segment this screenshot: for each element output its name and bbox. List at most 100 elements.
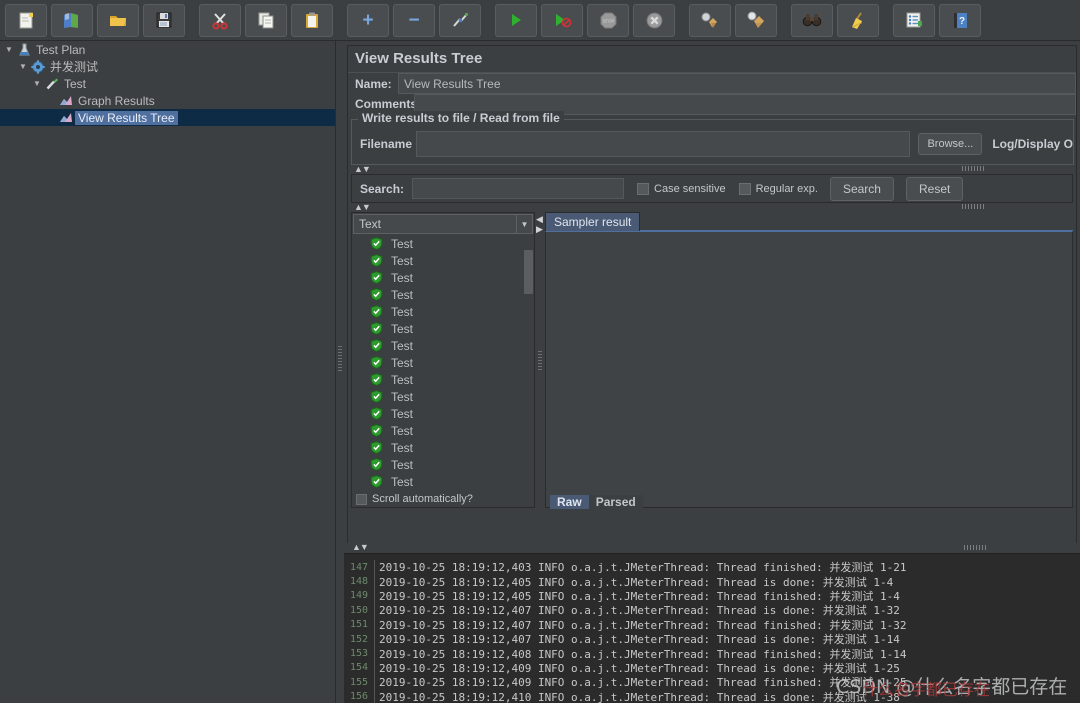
- subtab-parsed[interactable]: Parsed: [588, 495, 643, 509]
- list-item-label: Test: [391, 372, 414, 387]
- checkbox-icon[interactable]: [738, 182, 751, 195]
- paste-button[interactable]: [291, 3, 333, 37]
- start-no-pauses-button[interactable]: [541, 3, 583, 37]
- copy-button[interactable]: [245, 3, 287, 37]
- scissors-icon: [211, 12, 228, 30]
- list-item[interactable]: Test: [352, 320, 534, 337]
- chevron-down-icon[interactable]: ▼: [516, 215, 532, 233]
- list-item[interactable]: Test: [352, 337, 534, 354]
- log-gutter-divider: [374, 646, 375, 661]
- list-item[interactable]: Test: [352, 354, 534, 371]
- tab-sampler-result[interactable]: Sampler result: [545, 212, 641, 231]
- subtab-raw[interactable]: Raw: [550, 495, 589, 509]
- checkbox-icon[interactable]: [356, 493, 367, 505]
- help-button[interactable]: ?: [939, 3, 981, 37]
- log-line: 149 2019-10-25 18:19:12,405 INFO o.a.j.t.…: [344, 588, 1080, 604]
- list-item[interactable]: Test: [352, 252, 534, 269]
- filename-input[interactable]: [416, 131, 911, 157]
- name-input[interactable]: View Results Tree: [398, 73, 1076, 94]
- tree-main-splitter[interactable]: [336, 41, 344, 703]
- save-button[interactable]: [143, 3, 185, 37]
- list-item-label: Test: [391, 355, 414, 370]
- regular-exp-checkbox[interactable]: Regular exp.: [738, 182, 818, 195]
- collapse-arrows-icon[interactable]: ▲▼: [352, 542, 369, 552]
- search-section-divider[interactable]: ▲▼: [350, 202, 1074, 212]
- raw-parsed-subtabs: Raw Parsed: [550, 495, 643, 509]
- log-line: 154 2019-10-25 18:19:12,409 INFO o.a.j.t.…: [344, 660, 1080, 676]
- list-item[interactable]: Test: [352, 439, 534, 456]
- file-section-divider[interactable]: ▲▼: [350, 164, 1074, 174]
- tree-node-graph-results[interactable]: Graph Results: [0, 92, 335, 109]
- browse-button[interactable]: Browse...: [918, 133, 983, 155]
- listener-icon: [57, 95, 75, 107]
- search-reset-button[interactable]: Reset: [905, 176, 964, 201]
- list-item-label: Test: [391, 236, 414, 251]
- expand-all-button[interactable]: +: [347, 3, 389, 37]
- expand-toggle-icon[interactable]: ▼: [3, 45, 15, 54]
- list-item[interactable]: Test: [352, 473, 534, 490]
- collapse-arrows-icon[interactable]: ▲▼: [354, 164, 371, 174]
- tree-node-test-plan[interactable]: ▼ Test Plan: [0, 41, 335, 58]
- function-helper-button[interactable]: [893, 3, 935, 37]
- sampler-result-pane: Sampler result Raw Parsed: [545, 212, 1073, 509]
- log-line: 152 2019-10-25 18:19:12,407 INFO o.a.j.t.…: [344, 631, 1080, 647]
- results-inner-splitter[interactable]: ◀ ▶: [535, 212, 545, 508]
- tree-node-view-results-tree[interactable]: View Results Tree: [0, 109, 335, 126]
- list-item[interactable]: Test: [352, 456, 534, 473]
- regular-exp-label: Regular exp.: [755, 182, 818, 195]
- test-plan-tree[interactable]: ▼ Test Plan ▼ 并发测试 ▼ Test Graph Results …: [0, 41, 336, 703]
- shutdown-button[interactable]: [633, 3, 675, 37]
- tree-node-sampler-test[interactable]: ▼ Test: [0, 75, 335, 92]
- tree-node-thread-group[interactable]: ▼ 并发测试: [0, 58, 335, 75]
- clear-all-button[interactable]: [735, 3, 777, 37]
- sample-result-list[interactable]: Test Test Test Test Test Test Test Test Test Test…: [352, 235, 534, 491]
- cut-button[interactable]: [199, 3, 241, 37]
- list-item[interactable]: Test: [352, 286, 534, 303]
- list-item[interactable]: Test: [352, 422, 534, 439]
- shutdown-icon: [646, 12, 662, 28]
- list-item[interactable]: Test: [352, 388, 534, 405]
- expand-toggle-icon[interactable]: ▼: [17, 62, 29, 71]
- list-item[interactable]: Test: [352, 371, 534, 388]
- search-button[interactable]: [791, 3, 833, 37]
- list-item[interactable]: Test: [352, 303, 534, 320]
- reset-search-button[interactable]: [837, 3, 879, 37]
- list-scrollbar-thumb[interactable]: [524, 250, 533, 294]
- copy-icon: [258, 12, 273, 28]
- log-line-number: 152: [349, 633, 368, 645]
- svg-text:STOP: STOP: [602, 18, 614, 23]
- templates-button[interactable]: [51, 3, 93, 37]
- new-file-icon: [19, 12, 33, 28]
- list-item-label: Test: [391, 406, 414, 421]
- case-sensitive-checkbox[interactable]: Case sensitive: [637, 182, 726, 195]
- checkbox-icon[interactable]: [637, 182, 650, 195]
- list-item[interactable]: Test: [352, 405, 534, 422]
- log-line-number: 150: [349, 604, 368, 616]
- collapse-arrows-icon[interactable]: ▲▼: [354, 202, 371, 212]
- list-item[interactable]: Test: [352, 269, 534, 286]
- list-item[interactable]: Test: [352, 490, 534, 491]
- clear-button[interactable]: [689, 3, 731, 37]
- collapse-right-icon[interactable]: ▶: [536, 224, 543, 235]
- start-button[interactable]: [495, 3, 537, 37]
- log-line-number: 155: [349, 676, 368, 688]
- toggle-button[interactable]: [439, 3, 481, 37]
- list-item[interactable]: Test: [352, 235, 534, 252]
- search-input[interactable]: [412, 178, 625, 199]
- open-button[interactable]: [97, 3, 139, 37]
- page-title: View Results Tree: [348, 46, 1076, 72]
- scroll-automatically-checkbox[interactable]: Scroll automatically?: [352, 491, 534, 507]
- collapse-all-button[interactable]: −: [393, 3, 435, 37]
- new-button[interactable]: [5, 3, 47, 37]
- expand-toggle-icon[interactable]: ▼: [31, 79, 43, 88]
- play-icon: [512, 14, 521, 26]
- success-shield-icon: [370, 254, 386, 267]
- list-item-label: Test: [391, 338, 414, 353]
- log-splitter[interactable]: ▲▼: [344, 542, 1080, 553]
- stop-button[interactable]: STOP: [587, 3, 629, 37]
- svg-text:?: ?: [958, 16, 964, 27]
- render-combo[interactable]: Text ▼: [353, 214, 533, 234]
- log-viewer-panel[interactable]: 147 2019-10-25 18:19:12,403 INFO o.a.j.t.…: [344, 553, 1080, 703]
- tree-node-label: 并发测试: [50, 60, 99, 74]
- search-submit-button[interactable]: Search: [829, 176, 894, 201]
